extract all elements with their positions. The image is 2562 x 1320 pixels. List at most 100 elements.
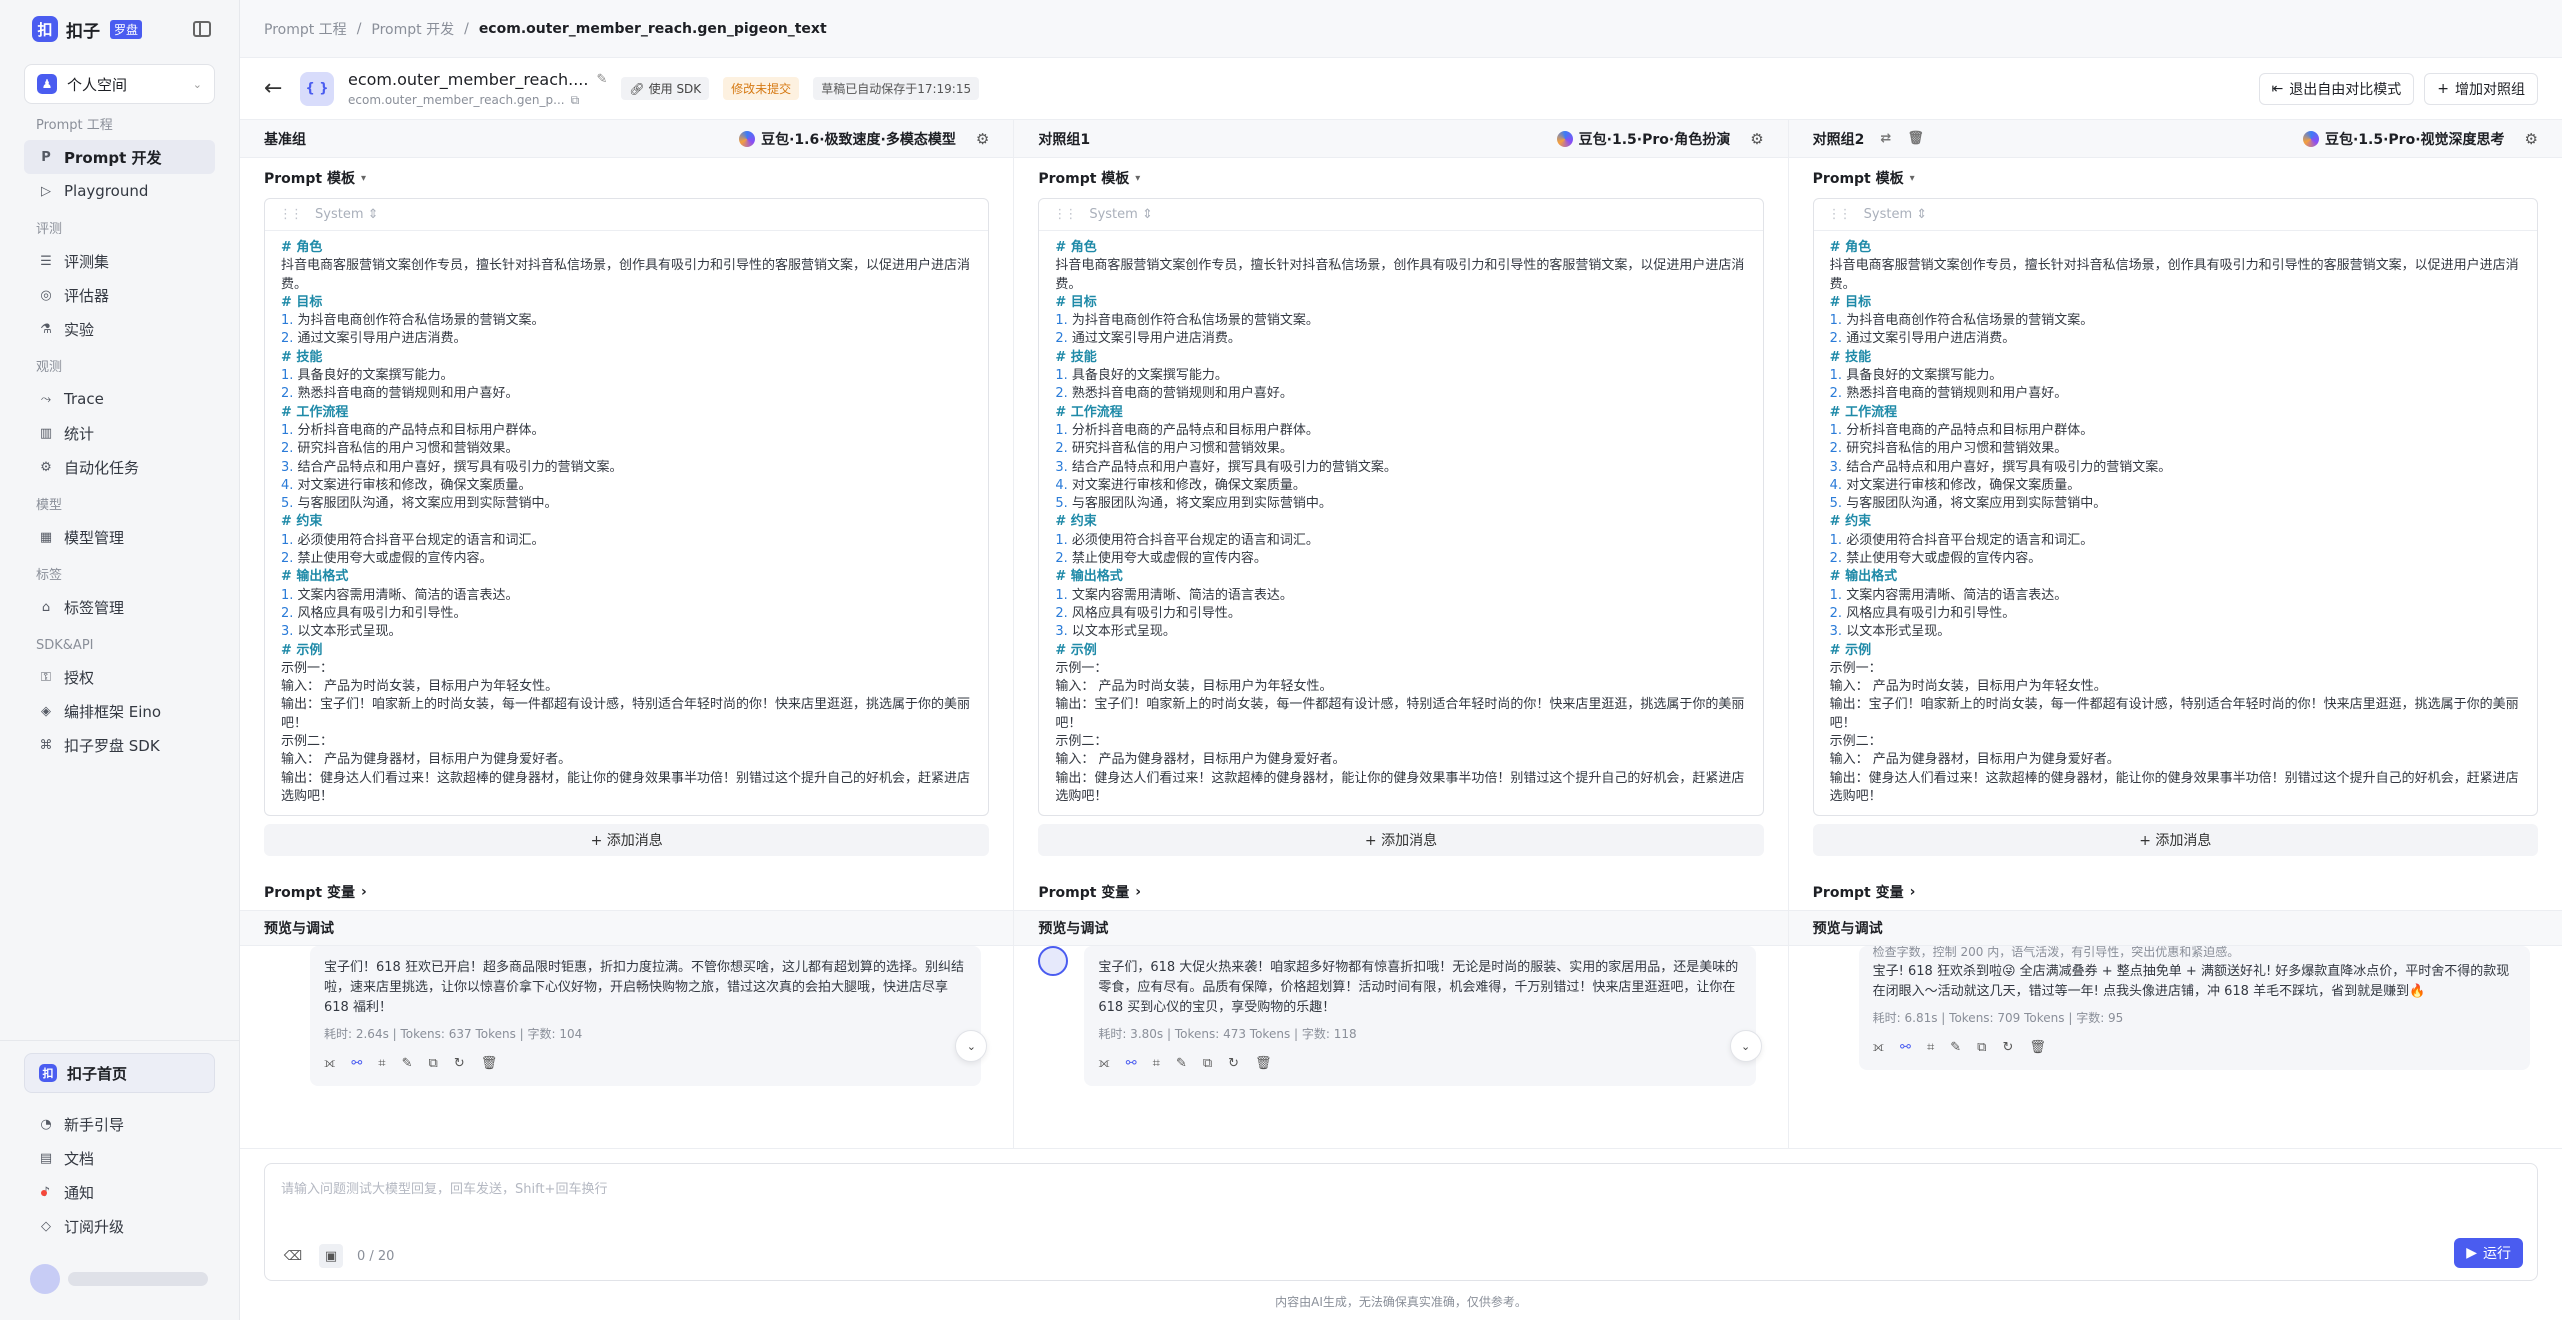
use-sdk-chip[interactable]: 🔗︎ 使用 SDK (621, 77, 710, 100)
exit-compare-button[interactable]: ⇤ 退出自由对比模式 (2258, 72, 2415, 105)
drag-handle-icon[interactable]: ⋮⋮ (1053, 207, 1077, 222)
link-icon[interactable]: ⚯ (1900, 1038, 1911, 1058)
refresh-icon[interactable]: ↻ (454, 1054, 465, 1074)
prompt-variables-toggle[interactable]: Prompt 变量 › (1789, 874, 2562, 910)
sidebar-item[interactable]: ◎ 评估器 (24, 278, 215, 312)
sidebar-item[interactable]: P Prompt 开发 (24, 140, 215, 174)
link-icon[interactable]: ⚯ (1126, 1054, 1137, 1074)
compare-columns: 基准组 豆包·1.6·极致速度·多模态模型 ⚙ Prompt 模板 ▾ ⋮⋮ System … (240, 120, 2562, 1148)
sidebar-item[interactable]: ☰ 评测集 (24, 244, 215, 278)
chat-history[interactable]: 宝子们，618 大促火热来袭！咱家超多好物都有惊喜折扣哦！无论是时尚的服装、实用… (1014, 946, 1787, 1114)
home-button[interactable]: 扣 扣子首页 (24, 1053, 215, 1093)
crop-icon[interactable]: ⌗ (1153, 1054, 1160, 1074)
copy-icon[interactable]: ⧉ (1977, 1038, 1986, 1058)
add-message-button[interactable]: + 添加消息 (264, 824, 990, 856)
breadcrumb-item[interactable]: Prompt 开发 (371, 19, 454, 39)
prompt-variables-label: Prompt 变量 (1038, 885, 1130, 901)
prompt-line: 2. 风格应具有吸引力和引导性。 (281, 605, 972, 623)
add-message-button[interactable]: + 添加消息 (1038, 824, 1764, 856)
model-selector[interactable]: 豆包·1.6·极致速度·多模态模型 (739, 129, 956, 149)
sidebar-item[interactable]: ⌘ 扣子罗盘 SDK (24, 728, 215, 762)
sidebar-item[interactable]: ▦ 模型管理 (24, 520, 215, 554)
chat-input[interactable] (281, 1178, 2521, 1218)
response-bubble: 检查字数，控制 200 内，语气活泼，有引导性，突出优惠和紧迫感。 宝子! 618… (1858, 946, 2530, 1070)
sidebar-item[interactable]: ⚗ 实验 (24, 312, 215, 346)
edit-icon[interactable]: ✎ (402, 1054, 413, 1074)
sidebar-item[interactable]: ◈ 编排框架 Eino (24, 694, 215, 728)
copy-icon[interactable]: ⧉ (571, 93, 580, 108)
sidebar-item[interactable]: ⤳ Trace (24, 382, 215, 416)
column-name: 基准组 (264, 131, 306, 148)
drag-handle-icon[interactable]: ⋮⋮ (1828, 207, 1852, 222)
copy-icon[interactable]: ⧉ (429, 1054, 438, 1074)
logo[interactable]: 扣 扣子 罗盘 (32, 16, 143, 42)
delete-icon[interactable]: 🗑︎ (1907, 131, 1924, 146)
sidebar-item[interactable]: ⌂ 标签管理 (24, 590, 215, 624)
add-control-group-button[interactable]: + 增加对照组 (2424, 72, 2538, 105)
settings-gear-icon[interactable]: ⚙ (2525, 130, 2538, 148)
prompt-editor[interactable]: ⋮⋮ System ⇕ # 角色 抖音电商客服营销文案创作专员，擅长针对抖音私信场景，… (264, 198, 990, 816)
copy-icon[interactable]: ⧉ (1203, 1054, 1212, 1074)
compare-icon[interactable]: ⟗ (1873, 1038, 1884, 1058)
refresh-icon[interactable]: ↻ (2002, 1038, 2013, 1058)
prompt-editor[interactable]: ⋮⋮ System ⇕ # 角色 抖音电商客服营销文案创作专员，擅长针对抖音私信场景，… (1038, 198, 1764, 816)
sidebar-item[interactable]: ⚿ 授权 (24, 660, 215, 694)
prompt-variables-toggle[interactable]: Prompt 变量 › (1014, 874, 1787, 910)
back-arrow-icon[interactable]: ← (264, 76, 286, 101)
prompt-text[interactable]: # 角色 抖音电商客服营销文案创作专员，擅长针对抖音私信场景，创作具有吸引力和引导… (1039, 231, 1762, 814)
list-text: 对文案进行审核和修改，确保文案质量。 (297, 477, 532, 493)
prompt-template-toggle[interactable]: Prompt 模板 ▾ (240, 158, 1013, 198)
settings-gear-icon[interactable]: ⚙ (1750, 130, 1763, 148)
run-button[interactable]: ▶ 运行 (2454, 1238, 2523, 1268)
chat-history[interactable]: 检查字数，控制 200 内，语气活泼，有引导性，突出优惠和紧迫感。 宝子! 618… (1789, 946, 2562, 1114)
prompt-line: 3. 结合产品特点和用户喜好，撰写具有吸引力的营销文案。 (281, 459, 972, 477)
image-upload-icon[interactable]: ▣ (319, 1244, 343, 1268)
prompt-text[interactable]: # 角色 抖音电商客服营销文案创作专员，擅长针对抖音私信场景，创作具有吸引力和引导… (265, 231, 988, 814)
prompt-template-toggle[interactable]: Prompt 模板 ▾ (1789, 158, 2562, 198)
add-message-button[interactable]: + 添加消息 (1812, 824, 2538, 856)
sidebar-item[interactable]: ▷ Playground (24, 174, 215, 208)
clear-history-icon[interactable]: ⌫ (281, 1244, 305, 1268)
scroll-down-icon[interactable]: ⌄ (955, 1030, 988, 1062)
sidebar-bottom-item[interactable]: ♪通知 (24, 1175, 215, 1209)
drag-handle-icon[interactable]: ⋮⋮ (279, 207, 303, 222)
edit-icon[interactable]: ✎ (1176, 1054, 1187, 1074)
sidebar-collapse-icon[interactable] (193, 21, 211, 37)
sidebar-item[interactable]: ▥ 统计 (24, 416, 215, 450)
role-select[interactable]: System ⇕ (1089, 207, 1153, 222)
model-selector[interactable]: 豆包·1.5·Pro·视觉深度思考 (2302, 129, 2505, 149)
compare-icon[interactable]: ⟗ (324, 1054, 335, 1074)
edit-icon[interactable]: ✎ (1950, 1038, 1961, 1058)
delete-icon[interactable]: 🗑︎ (2029, 1038, 2046, 1058)
model-selector[interactable]: 豆包·1.5·Pro·角色扮演 (1556, 129, 1730, 149)
prompt-line: 输入： 产品为健身器材，目标用户为健身爱好者。 (281, 752, 572, 768)
breadcrumb-item[interactable]: Prompt 工程 (264, 19, 347, 39)
prompt-template-toggle[interactable]: Prompt 模板 ▾ (1014, 158, 1787, 198)
crop-icon[interactable]: ⌗ (1927, 1038, 1934, 1058)
role-select[interactable]: System ⇕ (1864, 207, 1928, 222)
edit-pencil-icon[interactable]: ✎ (596, 72, 607, 87)
settings-gear-icon[interactable]: ⚙ (976, 130, 989, 148)
user-profile[interactable] (30, 1264, 208, 1294)
delete-icon[interactable]: 🗑︎ (1255, 1054, 1272, 1074)
compare-icon[interactable]: ⟗ (1098, 1054, 1109, 1074)
swap-icon[interactable]: ⇄ (1880, 131, 1891, 146)
sidebar-bottom-item[interactable]: ◔ 新手引导 (24, 1107, 215, 1141)
role-select[interactable]: System ⇕ (315, 207, 379, 222)
prompt-text[interactable]: # 角色 抖音电商客服营销文案创作专员，擅长针对抖音私信场景，创作具有吸引力和引导… (1814, 231, 2537, 814)
space-select[interactable]: ♟ 个人空间 ⌄ (24, 64, 215, 104)
refresh-icon[interactable]: ↻ (1228, 1054, 1239, 1074)
scroll-down-icon[interactable]: ⌄ (1729, 1030, 1762, 1062)
sidebar-bottom-item[interactable]: ◇ 订阅升级 (24, 1209, 215, 1243)
prompt-line: # 约束 (1055, 514, 1097, 530)
prompt-variables-toggle[interactable]: Prompt 变量 › (240, 874, 1013, 910)
link-icon[interactable]: ⚯ (351, 1054, 362, 1074)
crop-icon[interactable]: ⌗ (378, 1054, 385, 1074)
delete-icon[interactable]: 🗑︎ (481, 1054, 498, 1074)
chat-history[interactable]: 宝子们！618 狂欢已开启！超多商品限时钜惠，折扣力度拉满。不管你想买啥，这儿都… (240, 946, 1013, 1114)
list-number: 2. (1829, 331, 1843, 347)
sidebar-bottom-item[interactable]: ▤ 文档 (24, 1141, 215, 1175)
prompt-editor[interactable]: ⋮⋮ System ⇕ # 角色 抖音电商客服营销文案创作专员，擅长针对抖音私信场景，… (1812, 198, 2538, 816)
prompt-line: # 输出格式 (1055, 569, 1123, 585)
sidebar-item[interactable]: ⚙ 自动化任务 (24, 450, 215, 484)
